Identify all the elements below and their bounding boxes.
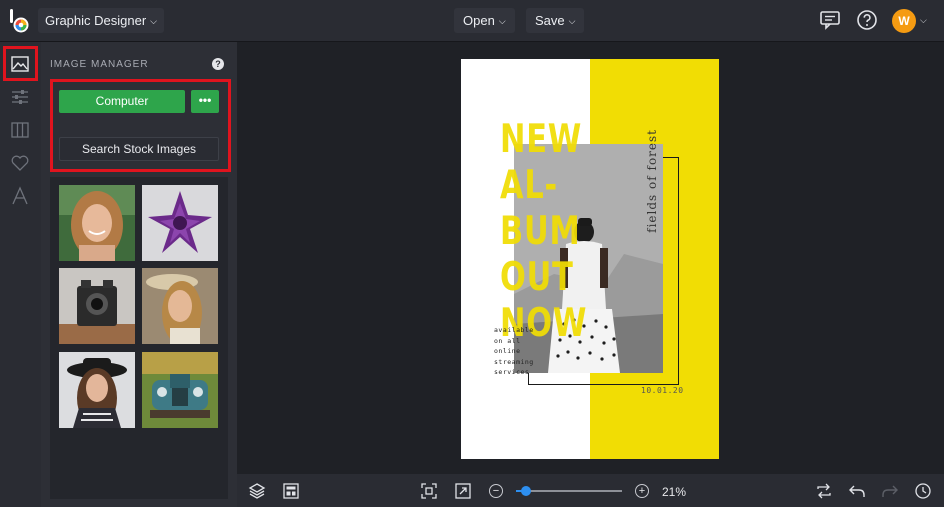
chat-feedback-icon[interactable] bbox=[819, 9, 841, 31]
heart-graphics-icon[interactable] bbox=[8, 151, 32, 175]
app-switcher-dropdown[interactable]: Graphic Designer ⌵ bbox=[38, 8, 164, 33]
release-date-text: 10.01.20 bbox=[641, 386, 684, 395]
save-menu-button[interactable]: Save ⌵ bbox=[526, 8, 585, 33]
history-clock-icon[interactable] bbox=[914, 482, 932, 500]
availability-line: streaming bbox=[494, 357, 534, 366]
repeat-swap-icon[interactable] bbox=[815, 482, 833, 500]
layers-icon[interactable] bbox=[248, 482, 266, 500]
redo-icon[interactable] bbox=[881, 482, 899, 500]
bottom-toolbar: − + 21% bbox=[237, 474, 944, 507]
image-manager-panel: IMAGE MANAGER ? Computer ••• Search Stoc… bbox=[41, 42, 237, 507]
headline-line-1: NEW bbox=[500, 117, 583, 162]
layouts-columns-icon[interactable] bbox=[8, 118, 32, 142]
canvas-workspace: NEW AL- BUM OUT NOW fields of forest ava… bbox=[237, 42, 944, 474]
thumbnail-woman-with-hat[interactable] bbox=[142, 268, 218, 344]
availability-line: online bbox=[494, 347, 521, 355]
befunky-logo-icon[interactable] bbox=[9, 8, 31, 34]
availability-line: on all bbox=[494, 336, 521, 345]
open-menu-label: Open bbox=[463, 13, 495, 28]
headline-line-3: BUM bbox=[500, 209, 581, 254]
upload-options-highlight bbox=[50, 79, 231, 172]
tool-rail bbox=[0, 42, 41, 507]
panel-title: IMAGE MANAGER bbox=[50, 59, 149, 70]
headline-line-2: AL- bbox=[500, 163, 558, 208]
open-menu-button[interactable]: Open ⌵ bbox=[454, 8, 515, 33]
zoom-in-button[interactable]: + bbox=[635, 484, 649, 498]
text-letter-icon[interactable] bbox=[8, 184, 32, 208]
thumbnail-portrait-woman-smiling[interactable] bbox=[59, 185, 135, 261]
thumbnail-vintage-blue-truck[interactable] bbox=[142, 352, 218, 428]
help-icon[interactable] bbox=[856, 9, 878, 31]
chevron-down-icon: ⌵ bbox=[150, 16, 157, 26]
side-vertical-text: fields of forest bbox=[645, 129, 659, 233]
adjustments-sliders-icon[interactable] bbox=[8, 85, 32, 109]
actual-size-expand-icon[interactable] bbox=[454, 482, 472, 500]
image-manager-highlight bbox=[3, 46, 38, 81]
thumbnail-woman-black-hat[interactable] bbox=[59, 352, 135, 428]
zoom-slider[interactable] bbox=[516, 490, 622, 492]
availability-text: available on all online streaming servic… bbox=[494, 325, 534, 378]
user-avatar[interactable]: W bbox=[892, 9, 916, 33]
chevron-down-icon[interactable]: ⌵ bbox=[920, 15, 930, 25]
image-thumbnail-grid bbox=[50, 177, 228, 499]
zoom-percentage: 21% bbox=[662, 485, 687, 499]
zoom-slider-handle[interactable] bbox=[521, 486, 531, 496]
zoom-out-button[interactable]: − bbox=[489, 484, 503, 498]
availability-line: services bbox=[494, 368, 530, 376]
design-canvas[interactable]: NEW AL- BUM OUT NOW fields of forest ava… bbox=[461, 59, 719, 459]
fit-to-screen-icon[interactable] bbox=[420, 482, 438, 500]
thumbnail-purple-succulent[interactable] bbox=[142, 185, 218, 261]
app-switcher-label: Graphic Designer bbox=[45, 13, 147, 28]
save-menu-label: Save bbox=[535, 13, 565, 28]
chevron-down-icon: ⌵ bbox=[568, 16, 576, 26]
undo-icon[interactable] bbox=[848, 482, 866, 500]
layout-template-icon[interactable] bbox=[282, 482, 300, 500]
panel-help-icon[interactable]: ? bbox=[212, 58, 224, 70]
top-bar: Graphic Designer ⌵ Open ⌵ Save ⌵ W ⌵ bbox=[0, 0, 944, 42]
headline-line-4: OUT bbox=[500, 255, 574, 300]
thumbnail-vintage-camera[interactable] bbox=[59, 268, 135, 344]
availability-line: available bbox=[494, 326, 534, 334]
chevron-down-icon: ⌵ bbox=[498, 16, 506, 26]
